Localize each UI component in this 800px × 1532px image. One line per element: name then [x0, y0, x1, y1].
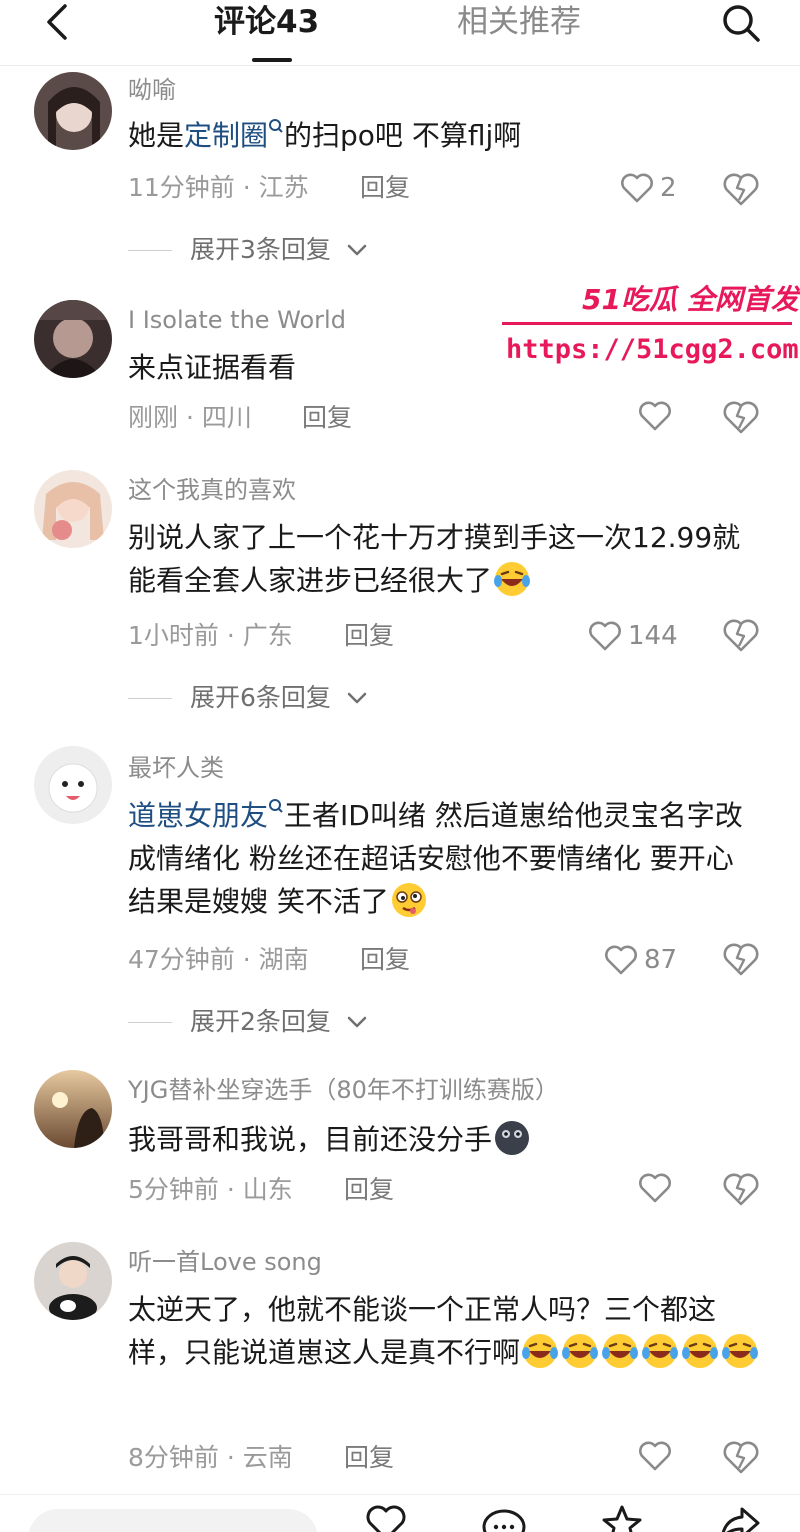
search-icon[interactable]: [718, 0, 764, 46]
comment-text: 我哥哥和我说，目前还没分手: [128, 1118, 768, 1161]
heart-icon: [589, 621, 621, 651]
mention-link[interactable]: 道崽女朋友: [128, 799, 268, 832]
laugh-cry-emoji-icon: [602, 1334, 639, 1368]
comment-input[interactable]: [28, 1509, 318, 1532]
heart-icon: [639, 401, 671, 431]
comment-meta: 8分钟前 · 云南: [128, 1443, 293, 1472]
like-count: 87: [644, 945, 678, 975]
heart-icon: [639, 1173, 671, 1203]
reply-button[interactable]: 回复: [360, 172, 410, 204]
reply-button[interactable]: 回复: [344, 1174, 394, 1206]
comment-text: 太逆天了，他就不能谈一个正常人吗？三个都这样，只能说道崽这人是真不行啊: [128, 1288, 768, 1374]
comment-username[interactable]: 听一首Love song: [128, 1246, 322, 1278]
search-hint-icon: [269, 119, 283, 133]
avatar[interactable]: [34, 1070, 112, 1148]
like-button[interactable]: 2: [620, 172, 677, 204]
dizzy-face-emoji-icon: [391, 883, 426, 917]
like-count: 144: [628, 621, 678, 651]
heart-icon: [639, 1441, 671, 1471]
tab-related-recommendations[interactable]: 相关推荐: [457, 2, 581, 42]
comment-username[interactable]: 呦喻: [128, 74, 176, 106]
like-button[interactable]: [638, 1172, 672, 1204]
comment-meta: 5分钟前 · 山东: [128, 1175, 293, 1204]
comment-username[interactable]: YJG替补坐穿选手（80年不打训练赛版）: [128, 1074, 559, 1106]
reply-button[interactable]: 回复: [344, 620, 394, 652]
comment-meta: 47分钟前 · 湖南: [128, 945, 309, 974]
laugh-cry-emoji-icon: [722, 1334, 759, 1368]
comment-meta: 刚刚 · 四川: [128, 403, 252, 432]
comment-meta: 11分钟前 · 江苏: [128, 173, 309, 202]
bottom-action-bar: [0, 1494, 800, 1532]
expand-divider: [128, 250, 172, 251]
comment-bubble-icon[interactable]: [480, 1501, 528, 1532]
reply-button[interactable]: 回复: [302, 402, 352, 434]
laugh-cry-emoji-icon: [494, 562, 531, 596]
comment-text: 别说人家了上一个花十万才摸到手这一次12.99就能看全套人家进步已经很大了: [128, 521, 741, 597]
back-arrow-icon[interactable]: [38, 2, 78, 42]
watermark-divider: [502, 322, 792, 325]
heart-icon: [621, 173, 653, 203]
share-arrow-icon[interactable]: [716, 1501, 764, 1532]
avatar[interactable]: [34, 470, 112, 548]
comment-username[interactable]: 这个我真的喜欢: [128, 474, 296, 506]
laugh-cry-emoji-icon: [642, 1334, 679, 1368]
comment-meta: 1小时前 · 广东: [128, 621, 293, 650]
reply-button[interactable]: 回复: [344, 1442, 394, 1474]
like-button[interactable]: 144: [588, 620, 678, 652]
avatar[interactable]: [34, 1242, 112, 1320]
comment-text: 来点证据看看: [128, 351, 297, 384]
laugh-cry-emoji-icon: [562, 1334, 599, 1368]
watermark-brand: 51吃瓜 全网首发: [582, 283, 799, 316]
active-tab-indicator: [252, 58, 292, 62]
dislike-icon[interactable]: [722, 1170, 760, 1208]
like-button[interactable]: 87: [604, 944, 677, 976]
comment-text: 道崽女朋友 王者ID叫绪 然后道崽给他灵宝名字改成情绪化 粉丝还在超话安慰他不要情…: [128, 799, 743, 918]
dislike-icon[interactable]: [722, 616, 760, 654]
chevron-down-icon: [347, 1016, 367, 1028]
like-count: 2: [660, 173, 677, 203]
reply-button[interactable]: 回复: [360, 944, 410, 976]
comment-username[interactable]: I Isolate the World: [128, 304, 346, 336]
heart-icon: [605, 945, 637, 975]
laugh-cry-emoji-icon: [522, 1334, 559, 1368]
chevron-down-icon: [347, 692, 367, 704]
dislike-icon[interactable]: [722, 398, 760, 436]
like-button[interactable]: [638, 400, 672, 432]
top-nav-bar: 评论43 相关推荐: [0, 0, 800, 66]
dislike-icon[interactable]: [722, 940, 760, 978]
heart-icon[interactable]: [362, 1501, 410, 1532]
mention-link[interactable]: 定制圈: [184, 119, 268, 152]
dark-face-emoji-icon: [495, 1121, 530, 1155]
dislike-icon[interactable]: [722, 1438, 760, 1476]
like-button[interactable]: [638, 1440, 672, 1472]
expand-divider: [128, 1022, 172, 1023]
avatar[interactable]: [34, 72, 112, 150]
avatar[interactable]: [34, 746, 112, 824]
laugh-cry-emoji-icon: [682, 1334, 719, 1368]
comment-text: 她是定制圈 的扫po吧 不算flj啊: [128, 119, 522, 152]
comment-username[interactable]: 最坏人类: [128, 752, 224, 784]
star-icon[interactable]: [598, 1501, 646, 1532]
avatar[interactable]: [34, 300, 112, 378]
tab-comments[interactable]: 评论43: [214, 2, 319, 42]
chevron-down-icon: [347, 244, 367, 256]
search-hint-icon: [269, 799, 283, 813]
dislike-icon[interactable]: [722, 170, 760, 208]
expand-divider: [128, 698, 172, 699]
